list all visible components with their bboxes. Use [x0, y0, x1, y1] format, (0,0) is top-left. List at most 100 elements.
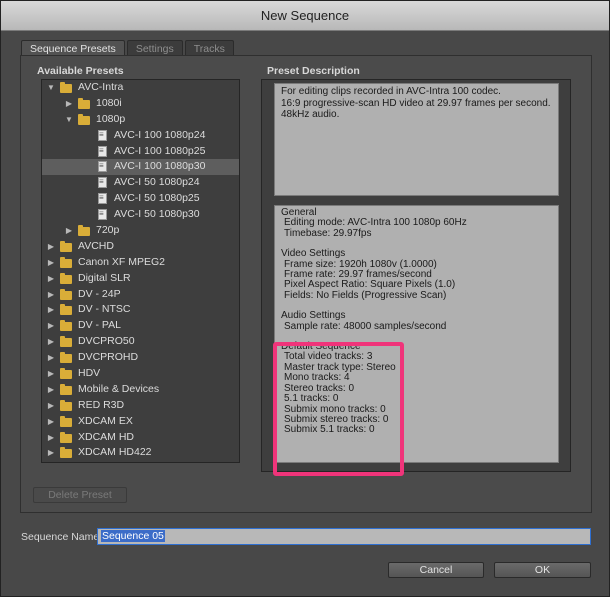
tab-sequence-presets[interactable]: Sequence Presets [21, 40, 125, 56]
disclosure-closed-icon[interactable]: ▶ [46, 350, 56, 366]
folder-icon [60, 336, 72, 348]
delete-preset-button[interactable]: Delete Preset [33, 487, 127, 503]
preset-folder[interactable]: ▶ HDV [42, 366, 239, 382]
folder-icon [60, 256, 72, 268]
disclosure-closed-icon[interactable]: ▶ [46, 255, 56, 271]
tree-item-label: 720p [96, 224, 120, 237]
details-item: Fields: No Fields (Progressive Scan) [284, 289, 447, 301]
folder-icon [60, 304, 72, 316]
folder-icon [60, 399, 72, 411]
preset-details: General Editing mode: AVC-Intra 100 1080p… [274, 205, 559, 463]
window-title: New Sequence [1, 1, 609, 31]
preset-folder[interactable]: ▶ 1080i [42, 96, 239, 112]
preset-folder[interactable]: ▶ XDCAM EX [42, 414, 239, 430]
tree-item-label: HDV [78, 367, 101, 380]
folder-icon [60, 415, 72, 427]
tree-item-label: DV - NTSC [78, 303, 131, 316]
disclosure-closed-icon[interactable]: ▶ [46, 287, 56, 303]
preset-folder[interactable]: ▼ AVC-Intra [42, 80, 239, 96]
preset-folder[interactable]: ▶ DV - 24P [42, 287, 239, 303]
preset-folder[interactable]: ▶ 720p [42, 223, 239, 239]
tree-item-label: AVC-I 50 1080p30 [114, 208, 200, 221]
tab-settings[interactable]: Settings [126, 40, 183, 56]
details-item: Submix 5.1 tracks: 0 [284, 424, 375, 436]
details-item: Sample rate: 48000 samples/second [284, 320, 447, 332]
sequence-name-input[interactable]: Sequence 05 [97, 528, 591, 545]
folder-icon [60, 82, 72, 93]
preset-item[interactable]: AVC-I 100 1080p25 [42, 143, 239, 160]
preset-item[interactable]: AVC-I 100 1080p24 [42, 127, 239, 144]
folder-icon [60, 352, 72, 364]
preset-folder[interactable]: ▶ Mobile & Devices [42, 382, 239, 398]
tree-item-label: DVCPRO50 [78, 335, 135, 348]
presets-tree[interactable]: ▼ AVC-Intra ▶ 1080i ▼ 1080p AVC-I 100 1080p24 A… [41, 79, 240, 463]
tree-item-label: AVC-I 50 1080p25 [114, 192, 200, 205]
disclosure-closed-icon[interactable]: ▶ [46, 302, 56, 318]
disclosure-open-icon[interactable]: ▼ [64, 112, 74, 128]
preset-file-icon [98, 206, 107, 222]
cancel-button[interactable]: Cancel [388, 562, 484, 578]
disclosure-closed-icon[interactable]: ▶ [46, 445, 56, 461]
preset-folder[interactable]: ▶ XDCAM HD422 [42, 445, 239, 461]
tab-bar: Sequence Presets Settings Tracks [21, 40, 234, 56]
tree-item-label: DV - PAL [78, 319, 121, 332]
disclosure-closed-icon[interactable]: ▶ [46, 366, 56, 382]
tree-item-label: RED R3D [78, 398, 125, 411]
tree-item-label: 1080p [96, 112, 126, 125]
ok-button[interactable]: OK [494, 562, 591, 578]
preset-folder[interactable]: ▶ RED R3D [42, 398, 239, 414]
folder-icon [60, 320, 72, 332]
preset-folder[interactable]: ▶ XDCAM HD [42, 430, 239, 446]
preset-description-text: For editing clips recorded in AVC-Intra … [274, 83, 559, 196]
tab-tracks[interactable]: Tracks [184, 40, 234, 56]
tree-item-label: AVC-I 100 1080p25 [114, 144, 206, 157]
disclosure-closed-icon[interactable]: ▶ [46, 239, 56, 255]
sequence-name-value: Sequence 05 [101, 530, 165, 542]
disclosure-closed-icon[interactable]: ▶ [46, 430, 56, 446]
description-line: For editing clips recorded in AVC-Intra … [281, 86, 501, 97]
disclosure-closed-icon[interactable]: ▶ [46, 382, 56, 398]
preset-folder[interactable]: ▶ DV - NTSC [42, 302, 239, 318]
folder-icon [78, 113, 90, 125]
disclosure-closed-icon[interactable]: ▶ [46, 271, 56, 287]
disclosure-closed-icon[interactable]: ▶ [64, 96, 74, 112]
folder-icon [60, 272, 72, 284]
preset-file-icon [98, 143, 107, 158]
sequence-name-label: Sequence Name: [21, 531, 103, 543]
tree-item-label: Canon XF MPEG2 [78, 255, 165, 268]
tree-item-label: AVC-I 100 1080p30 [114, 160, 206, 173]
preset-item[interactable]: AVC-I 50 1080p24 [42, 174, 239, 191]
disclosure-open-icon[interactable]: ▼ [46, 80, 56, 96]
description-line: 48kHz audio. [281, 109, 340, 120]
disclosure-closed-icon[interactable]: ▶ [64, 223, 74, 239]
preset-item[interactable]: AVC-I 100 1080p30 [42, 158, 239, 176]
preset-folder[interactable]: ▼ 1080p [42, 112, 239, 128]
folder-icon [60, 383, 72, 395]
disclosure-closed-icon[interactable]: ▶ [46, 318, 56, 334]
preset-file-icon [98, 174, 107, 190]
preset-folder[interactable]: ▶ DVCPRO50 [42, 334, 239, 350]
preset-item[interactable]: AVC-I 50 1080p25 [42, 190, 239, 207]
preset-item[interactable]: AVC-I 50 1080p30 [42, 206, 239, 223]
folder-icon [60, 447, 72, 459]
preset-folder[interactable]: ▶ Digital SLR [42, 271, 239, 287]
preset-file-icon [98, 190, 107, 206]
tree-item-label: DV - 24P [78, 287, 121, 300]
preset-folder[interactable]: ▶ DVCPROHD [42, 350, 239, 366]
tree-item-label: DVCPROHD [78, 351, 139, 364]
folder-icon [78, 225, 90, 237]
preset-file-icon [98, 127, 107, 143]
details-item: 5.1 tracks: 0 [284, 393, 339, 405]
folder-icon [60, 240, 72, 252]
preset-folder[interactable]: ▶ DV - PAL [42, 318, 239, 334]
folder-icon [78, 97, 90, 109]
tree-item-label: Mobile & Devices [78, 382, 160, 395]
preset-folder[interactable]: ▶ Canon XF MPEG2 [42, 255, 239, 271]
preset-folder[interactable]: ▶ AVCHD [42, 239, 239, 255]
disclosure-closed-icon[interactable]: ▶ [46, 414, 56, 430]
disclosure-closed-icon[interactable]: ▶ [46, 334, 56, 350]
tree-item-label: Digital SLR [78, 271, 131, 284]
tree-item-label: XDCAM HD422 [78, 446, 152, 459]
tree-item-label: XDCAM EX [78, 414, 133, 427]
disclosure-closed-icon[interactable]: ▶ [46, 398, 56, 414]
